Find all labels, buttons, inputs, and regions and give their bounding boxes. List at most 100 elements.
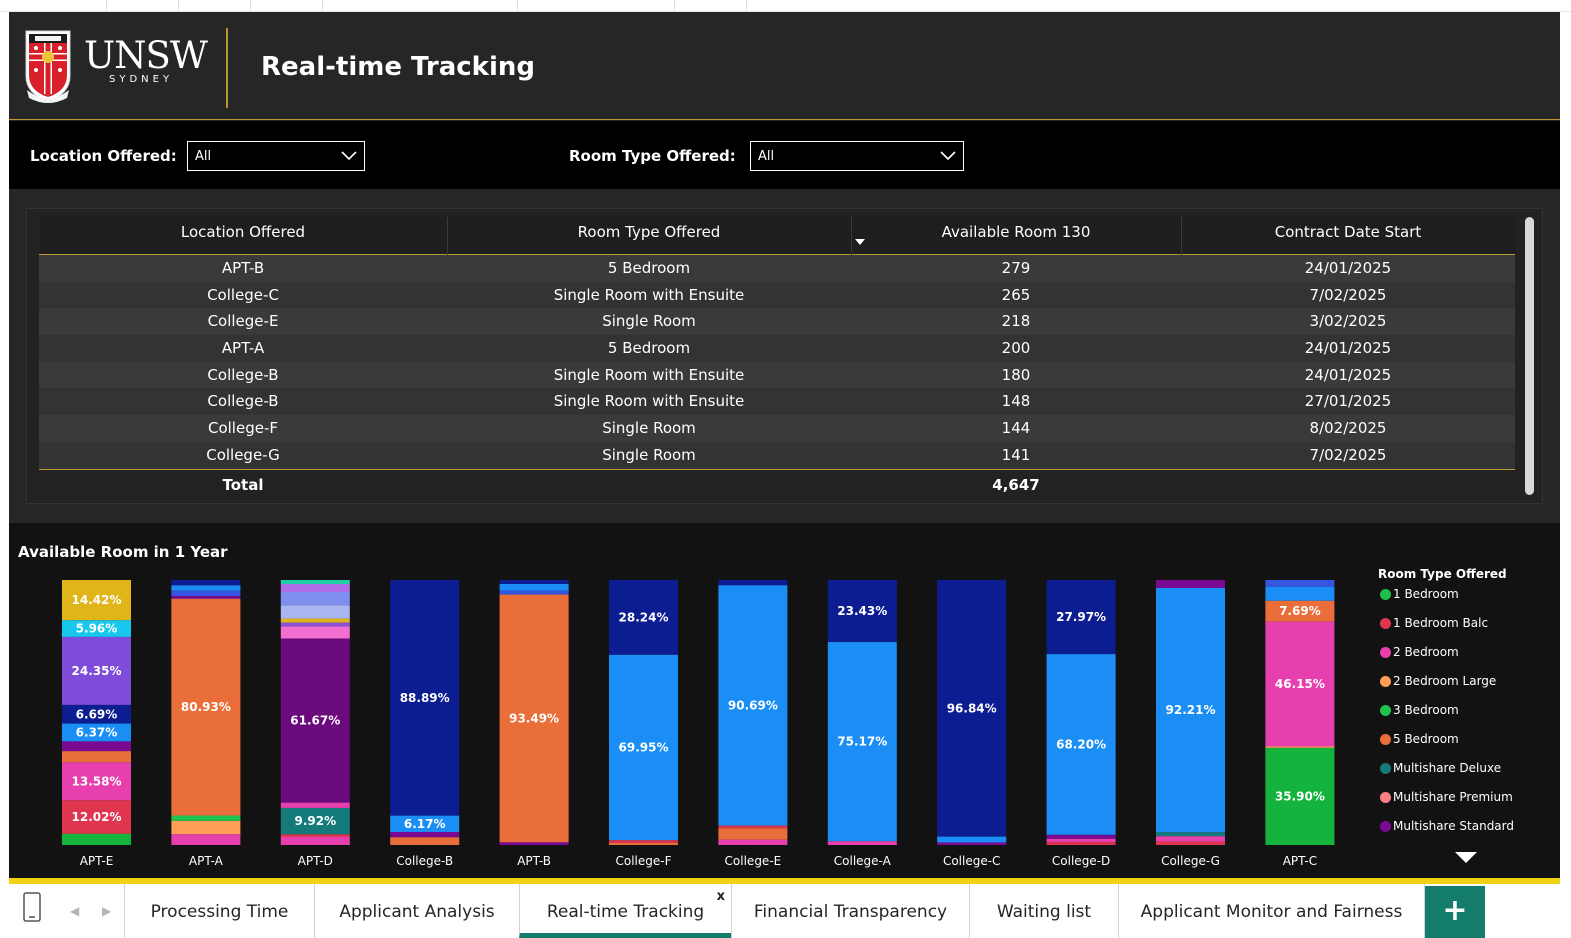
bar-segment[interactable] <box>171 585 241 591</box>
bar-college-c[interactable]: 96.84% College-C <box>937 580 1007 868</box>
bar-segment[interactable] <box>171 590 241 597</box>
column-header-contract-date[interactable]: Contract Date Start <box>1181 217 1515 255</box>
bar-segment[interactable] <box>280 583 350 592</box>
bar-segment[interactable] <box>609 842 678 845</box>
tab-financial-transparency[interactable]: Financial Transparency <box>731 884 969 938</box>
bar-segment[interactable] <box>280 622 350 627</box>
bar-segment[interactable] <box>171 834 241 845</box>
bar-segment[interactable] <box>1046 842 1116 845</box>
bar-segment[interactable] <box>1265 586 1335 601</box>
bar-segment[interactable] <box>937 836 1007 843</box>
bar-segment[interactable] <box>827 841 897 845</box>
bar-segment[interactable] <box>62 751 131 763</box>
bar-segment[interactable] <box>62 833 131 845</box>
bar-segment[interactable] <box>609 840 678 843</box>
bar-apt-d[interactable]: 61.67% 9.92% APT-D <box>280 580 350 868</box>
bar-segment[interactable] <box>718 580 788 586</box>
bar-segment[interactable] <box>499 590 569 595</box>
tab-real-time-tracking[interactable]: Real-time Tracking x <box>519 884 731 938</box>
bar-segment[interactable] <box>718 839 788 845</box>
close-tab-icon[interactable]: x <box>717 890 725 904</box>
add-page-button[interactable]: + <box>1425 886 1485 938</box>
bar-segment[interactable] <box>499 842 569 845</box>
bar-segment[interactable] <box>280 591 350 606</box>
bar-segment[interactable] <box>1156 580 1225 588</box>
table-row[interactable]: College-E Single Room 218 3/02/2025 <box>39 308 1515 336</box>
next-tab-icon[interactable]: ▶ <box>102 904 111 918</box>
bar-segment[interactable] <box>1265 580 1335 587</box>
bar-college-a[interactable]: 23.43% 75.17% College-A <box>827 580 897 868</box>
legend-item[interactable]: 2 Bedroom <box>1378 645 1548 674</box>
table-row[interactable]: APT-A 5 Bedroom 200 24/01/2025 <box>39 335 1515 362</box>
legend-item[interactable]: 2 Bedroom Large <box>1378 674 1548 703</box>
tab-applicant-monitor-fairness[interactable]: Applicant Monitor and Fairness <box>1118 884 1425 938</box>
bar-apt-a[interactable]: 80.93% APT-A <box>171 580 241 868</box>
bar-segment[interactable] <box>1046 834 1116 839</box>
bar-segment[interactable] <box>280 834 350 838</box>
room-type-filter-dropdown[interactable]: All <box>750 141 964 171</box>
data-label: 46.15% <box>1275 677 1325 691</box>
bar-segment[interactable] <box>171 596 241 599</box>
legend-item[interactable]: 3 Bedroom <box>1378 703 1548 732</box>
legend-item[interactable]: 1 Bedroom Balc <box>1378 616 1548 645</box>
bar-segment[interactable] <box>171 820 241 835</box>
bar-segment[interactable] <box>937 842 1007 845</box>
previous-tab-icon[interactable]: ◀ <box>70 904 79 918</box>
bar-segment[interactable] <box>280 605 350 619</box>
bar-segment[interactable] <box>280 837 350 845</box>
legend-item[interactable]: Multishare Deluxe <box>1378 761 1548 790</box>
phone-icon[interactable] <box>22 892 42 922</box>
bar-segment[interactable] <box>280 580 350 584</box>
table-row[interactable]: College-C Single Room with Ensuite 265 7/02… <box>39 281 1515 309</box>
bar-segment[interactable] <box>1156 836 1225 842</box>
table-row[interactable]: College-B Single Room with Ensuite 180 24/0… <box>39 361 1515 389</box>
legend-scroll-down-icon[interactable] <box>1455 852 1477 863</box>
bar-segment[interactable] <box>1156 841 1225 845</box>
bar-segment[interactable] <box>1156 832 1225 837</box>
column-header-room-type[interactable]: Room Type Offered <box>447 217 851 255</box>
legend-item[interactable]: Multishare Premium <box>1378 790 1548 819</box>
bar-segment[interactable] <box>62 741 131 752</box>
cell-room-type: Single Room <box>602 419 696 438</box>
table-row[interactable]: College-B Single Room with Ensuite 148 27/0… <box>39 388 1515 416</box>
bar-apt-c[interactable]: 7.69% 46.15% 35.90% APT-C <box>1265 580 1335 868</box>
bar-apt-e[interactable]: 14.42% 5.96% 24.35% 6.69% 6.37% 13.58% 12.02% A… <box>62 580 131 868</box>
bar-segment[interactable] <box>171 580 241 586</box>
bar-segment[interactable] <box>390 837 460 845</box>
bar-segment[interactable] <box>499 580 569 584</box>
legend-item[interactable]: 1 Bedroom <box>1378 587 1548 616</box>
column-header-location[interactable]: Location Offered <box>39 217 447 255</box>
bar-segment[interactable] <box>390 832 460 838</box>
table-total-row: Total 4,647 <box>39 468 1515 499</box>
column-header-available-room[interactable]: Available Room 130 <box>851 217 1181 255</box>
bar-segment[interactable] <box>280 626 350 639</box>
bar-segment[interactable] <box>718 825 788 829</box>
location-filter-dropdown[interactable]: All <box>187 141 365 171</box>
table-scrollbar[interactable] <box>1525 217 1534 495</box>
bar-segment[interactable] <box>171 815 241 821</box>
table-row[interactable]: College-F Single Room 144 8/02/2025 <box>39 415 1515 442</box>
bar-segment[interactable] <box>280 618 350 623</box>
tab-applicant-analysis[interactable]: Applicant Analysis <box>314 884 519 938</box>
page-title: Real-time Tracking <box>261 52 536 82</box>
bar-segment[interactable] <box>1265 746 1335 748</box>
data-label: 61.67% <box>290 714 340 728</box>
bar-college-g[interactable]: 92.21% College-G <box>1156 580 1225 868</box>
bar-college-e[interactable]: 90.69% College-E <box>718 580 788 868</box>
bar-segment[interactable] <box>1046 838 1116 843</box>
bar-segment[interactable] <box>718 828 788 840</box>
bar-segment[interactable] <box>280 802 350 808</box>
cell-contract-date: 24/01/2025 <box>1304 365 1392 384</box>
legend-item[interactable]: 5 Bedroom <box>1378 732 1548 761</box>
tab-processing-time[interactable]: Processing Time <box>124 884 314 938</box>
tab-waiting-list[interactable]: Waiting list <box>969 884 1118 938</box>
legend-item[interactable]: Multishare Standard <box>1378 819 1548 848</box>
bar-segment[interactable] <box>499 583 569 591</box>
bar-college-f[interactable]: 28.24% 69.95% College-F <box>609 580 678 868</box>
bar-college-d[interactable]: 27.97% 68.20% College-D <box>1046 580 1116 868</box>
table-row[interactable]: APT-B 5 Bedroom 279 24/01/2025 <box>39 255 1515 282</box>
header-divider <box>226 28 228 108</box>
bar-apt-b[interactable]: 93.49% APT-B <box>499 580 569 868</box>
bar-college-b[interactable]: 88.89% 6.17% College-B <box>390 580 460 868</box>
table-row[interactable]: College-G Single Room 141 7/02/2025 <box>39 441 1515 469</box>
